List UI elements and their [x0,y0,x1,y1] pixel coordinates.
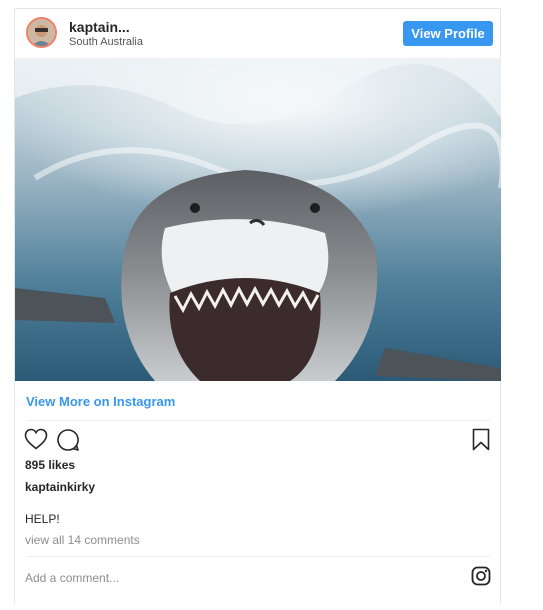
avatar[interactable] [26,17,57,48]
post-owner-username[interactable]: kaptainkirky [25,480,95,494]
post-header: kaptain... South Australia View Profile [15,9,500,58]
instagram-icon[interactable] [471,566,491,591]
divider [26,420,490,421]
view-profile-button[interactable]: View Profile [403,21,493,46]
divider [26,556,490,557]
like-count[interactable]: 895 likes [25,458,75,472]
location[interactable]: South Australia [69,36,143,48]
shark-photo [15,58,501,381]
avatar-image [28,19,55,46]
instagram-embed-card: kaptain... South Australia View Profile [14,8,501,604]
add-comment-input[interactable] [25,567,445,589]
heart-icon[interactable] [24,428,48,455]
view-all-comments-link[interactable]: view all 14 comments [25,533,140,547]
comment-icon[interactable] [56,428,80,457]
bookmark-icon[interactable] [472,428,490,456]
post-caption: HELP! [25,512,60,526]
post-image[interactable] [15,58,501,381]
username[interactable]: kaptain... [69,19,130,35]
view-more-on-instagram-link[interactable]: View More on Instagram [26,394,175,409]
